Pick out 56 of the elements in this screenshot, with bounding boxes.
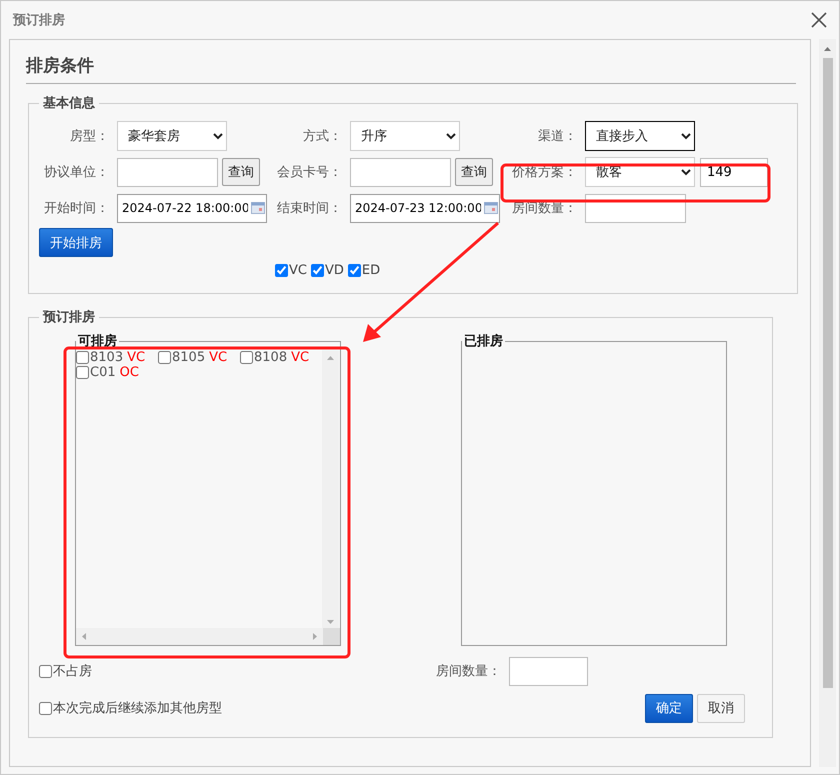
room-checkbox[interactable] (76, 366, 89, 379)
query-button[interactable]: 查询 (455, 158, 493, 186)
room-number: 8103 (90, 350, 124, 365)
room-checkbox[interactable] (158, 351, 171, 364)
room-number: 8108 (254, 350, 288, 365)
dropdown[interactable]: 豪华套房 (117, 121, 227, 151)
confirm-button[interactable]: 确定 (645, 694, 693, 722)
field-label: 房型： (69, 128, 110, 145)
checkbox-label: 不占房 (53, 663, 92, 680)
input-field[interactable] (117, 158, 218, 186)
dropdown[interactable]: 散客 (585, 157, 695, 187)
field-label: 渠道： (537, 128, 578, 145)
input-field[interactable] (585, 194, 686, 222)
window-title: 预订排房 (13, 12, 65, 29)
checkbox-label: VC (289, 263, 307, 278)
room-status: VC (291, 350, 310, 365)
dropdown[interactable]: 直接步入 (585, 121, 695, 151)
checkbox-label: VD (324, 263, 344, 278)
panel-legend: 已排房 (462, 332, 505, 350)
scrollbar-corner (323, 628, 340, 645)
panel-legend: 基本信息 (39, 94, 99, 112)
checkbox[interactable] (39, 702, 52, 714)
checkbox-label: 本次完成后继续添加其他房型 (53, 700, 222, 717)
input-field[interactable] (509, 656, 588, 686)
scroll-up-icon[interactable] (823, 45, 832, 54)
section-title: 排房条件 (26, 54, 796, 84)
checkbox[interactable] (348, 264, 361, 277)
room-checkbox[interactable] (76, 351, 89, 364)
checkbox[interactable] (310, 264, 324, 277)
panel-legend: 预订排房 (39, 308, 99, 326)
field-label: 房间数量： (435, 663, 502, 680)
field-label: 开始时间： (43, 200, 110, 217)
field-label: 结束时间： (276, 200, 343, 217)
query-button[interactable]: 查询 (222, 158, 260, 186)
room-number: 8105 (172, 350, 206, 365)
checkbox-label: ED (362, 263, 380, 278)
checkbox[interactable] (275, 264, 288, 277)
cancel-button[interactable]: 取消 (697, 694, 745, 722)
close-icon[interactable] (811, 12, 827, 28)
field-label: 协议单位： (43, 164, 110, 181)
price-field[interactable]: 149 (700, 158, 768, 186)
scrollbar-thumb[interactable] (822, 58, 832, 688)
room-status: VC (209, 350, 228, 365)
dropdown[interactable]: 升序 (350, 121, 460, 151)
calendar-icon (484, 202, 498, 214)
room-checkbox[interactable] (240, 351, 253, 364)
calendar-icon (251, 202, 265, 214)
field-label: 会员卡号： (276, 164, 343, 181)
room-status: OC (120, 365, 139, 380)
start-button[interactable]: 开始排房 (39, 228, 113, 257)
room-number: C01 (90, 365, 116, 380)
room-status: VC (127, 350, 146, 365)
checkbox[interactable] (39, 664, 52, 678)
input-field[interactable] (350, 158, 451, 186)
panel-legend: 可排房 (76, 332, 119, 350)
field-label: 方式： (302, 128, 343, 145)
